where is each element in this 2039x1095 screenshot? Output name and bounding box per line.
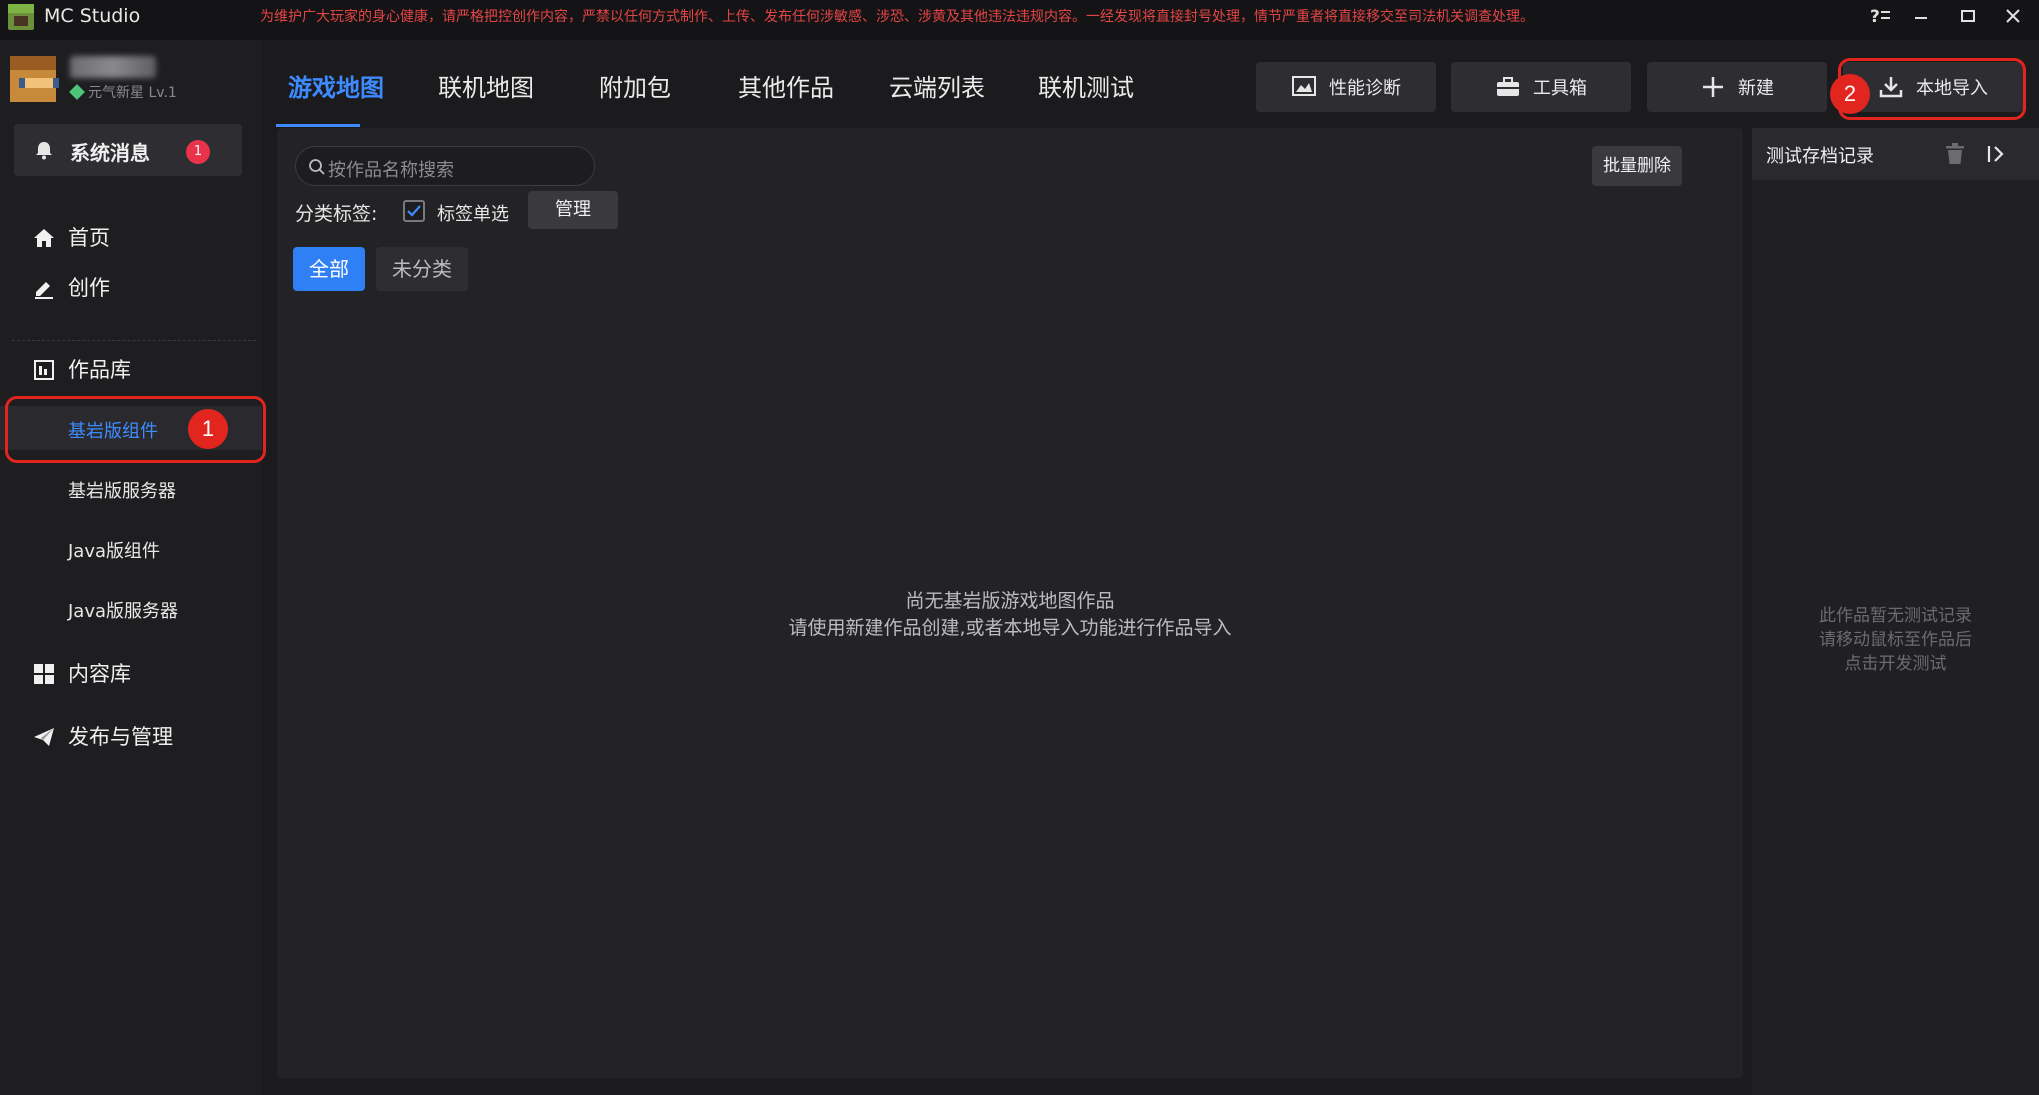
- tab-cloud-list[interactable]: 云端列表: [889, 68, 985, 103]
- plus-icon: [1700, 74, 1726, 100]
- close-icon[interactable]: [1995, 4, 2031, 32]
- collapse-panel-icon[interactable]: [1984, 142, 2008, 166]
- single-select-checkbox[interactable]: [403, 200, 425, 222]
- system-messages-label: 系统消息: [70, 141, 150, 165]
- title-bar: MC Studio 为维护广大玩家的身心健康，请严格把控创作内容，严禁以任何方式…: [0, 0, 2039, 40]
- sidebar-subitem-bedrock-server[interactable]: 基岩版服务器: [0, 466, 262, 510]
- test-empty-line-2: 请移动鼠标至作品后: [1819, 630, 1972, 650]
- sidebar-subitem-label: Java版组件: [68, 541, 161, 562]
- system-messages-button[interactable]: 系统消息 1: [14, 124, 242, 176]
- test-empty-line-1: 此作品暂无测试记录: [1819, 606, 1972, 626]
- help-icon[interactable]: ?: [1862, 4, 1898, 32]
- sidebar-item-publish[interactable]: 发布与管理: [0, 713, 262, 757]
- top-tabs-bar: 游戏地图 联机地图 附加包 其他作品 云端列表 联机测试 性能诊断 工具箱 新建…: [262, 40, 2039, 128]
- performance-diagnose-button[interactable]: 性能诊断: [1256, 62, 1436, 112]
- grid-icon: [32, 662, 56, 686]
- test-save-panel-title: 测试存档记录: [1766, 146, 1874, 167]
- user-level: 元气新星 Lv.1: [69, 82, 177, 102]
- tab-addon-pack[interactable]: 附加包: [599, 68, 671, 103]
- test-empty-line-3: 点击开发测试: [1844, 654, 1947, 674]
- pen-icon: [32, 276, 56, 300]
- sidebar-subitem-java-components[interactable]: Java版组件: [0, 526, 262, 570]
- toolbox-label: 工具箱: [1533, 78, 1587, 99]
- sidebar: 元气新星 Lv.1 系统消息 1 首页 创作 作品库 基岩版组件 基岩版服务器 …: [0, 40, 262, 1095]
- username-blurred: [70, 56, 156, 78]
- tab-multiplayer-map[interactable]: 联机地图: [438, 68, 534, 103]
- library-icon: [32, 358, 56, 382]
- avatar[interactable]: [10, 56, 59, 102]
- tab-multiplayer-test[interactable]: 联机测试: [1038, 68, 1134, 103]
- new-button[interactable]: 新建: [1647, 62, 1827, 112]
- tab-game-map[interactable]: 游戏地图: [288, 68, 384, 103]
- active-tab-indicator: [276, 124, 360, 127]
- app-logo-icon: [8, 4, 34, 30]
- empty-line-2: 请使用新建作品创建,或者本地导入功能进行作品导入: [788, 617, 1232, 639]
- svg-text:?: ?: [1870, 7, 1880, 27]
- search-icon: [308, 158, 326, 176]
- sidebar-item-label: 创作: [68, 276, 110, 300]
- performance-diagnose-label: 性能诊断: [1329, 78, 1401, 99]
- test-save-empty-message: 此作品暂无测试记录 请移动鼠标至作品后 点击开发测试: [1752, 604, 2039, 676]
- test-save-panel-header: 测试存档记录: [1752, 128, 2039, 180]
- check-icon: [407, 205, 421, 217]
- search-placeholder: 按作品名称搜索: [328, 160, 454, 181]
- toolbox-button[interactable]: 工具箱: [1451, 62, 1631, 112]
- minimize-icon[interactable]: [1903, 4, 1939, 32]
- sidebar-subitem-label: 基岩版服务器: [68, 481, 176, 502]
- sidebar-item-label: 首页: [68, 226, 110, 250]
- maximize-icon[interactable]: [1950, 4, 1986, 32]
- unread-count-badge: 1: [186, 140, 210, 164]
- sidebar-subitem-java-server[interactable]: Java版服务器: [0, 586, 262, 630]
- content-notice: 为维护广大玩家的身心健康，请严格把控创作内容，严禁以任何方式制作、上传、发布任何…: [260, 9, 1534, 25]
- category-label: 分类标签:: [295, 203, 378, 225]
- batch-delete-button[interactable]: 批量删除: [1592, 146, 1682, 186]
- briefcase-icon: [1495, 74, 1521, 100]
- sidebar-item-home[interactable]: 首页: [0, 214, 262, 258]
- sidebar-item-library[interactable]: 作品库: [0, 346, 262, 390]
- home-icon: [32, 226, 56, 250]
- manage-button[interactable]: 管理: [528, 191, 618, 229]
- empty-state-message: 尚无基岩版游戏地图作品 请使用新建作品创建,或者本地导入功能进行作品导入: [277, 588, 1743, 642]
- test-save-panel: 测试存档记录 此作品暂无测试记录 请移动鼠标至作品后 点击开发测试: [1752, 128, 2039, 1095]
- app-title: MC Studio: [44, 5, 141, 27]
- divider: [12, 340, 256, 341]
- works-panel: 按作品名称搜索 批量删除 分类标签: 标签单选 管理 全部 未分类 尚无基岩版游…: [277, 128, 1743, 1078]
- sidebar-item-create[interactable]: 创作: [0, 264, 262, 308]
- empty-line-1: 尚无基岩版游戏地图作品: [905, 590, 1115, 612]
- new-label: 新建: [1738, 78, 1774, 99]
- tab-other-works[interactable]: 其他作品: [738, 68, 834, 103]
- single-select-label: 标签单选: [437, 204, 509, 225]
- filter-chip-uncategorized[interactable]: 未分类: [376, 247, 468, 291]
- image-chart-icon: [1291, 74, 1317, 100]
- sidebar-item-label: 作品库: [68, 358, 131, 382]
- paper-plane-icon: [32, 725, 56, 749]
- level-gem-icon: [69, 84, 85, 100]
- sidebar-item-label: 内容库: [68, 662, 131, 686]
- sidebar-subitem-label: Java版服务器: [68, 601, 179, 622]
- user-level-label: 元气新星 Lv.1: [88, 85, 177, 101]
- step1-badge: 1: [188, 409, 228, 449]
- search-input[interactable]: 按作品名称搜索: [295, 146, 595, 186]
- sidebar-item-label: 发布与管理: [68, 725, 173, 749]
- bell-icon: [34, 140, 54, 160]
- sidebar-item-content[interactable]: 内容库: [0, 650, 262, 694]
- step2-badge: 2: [1830, 74, 1870, 114]
- trash-icon[interactable]: [1944, 142, 1966, 166]
- filter-chip-all[interactable]: 全部: [293, 247, 365, 291]
